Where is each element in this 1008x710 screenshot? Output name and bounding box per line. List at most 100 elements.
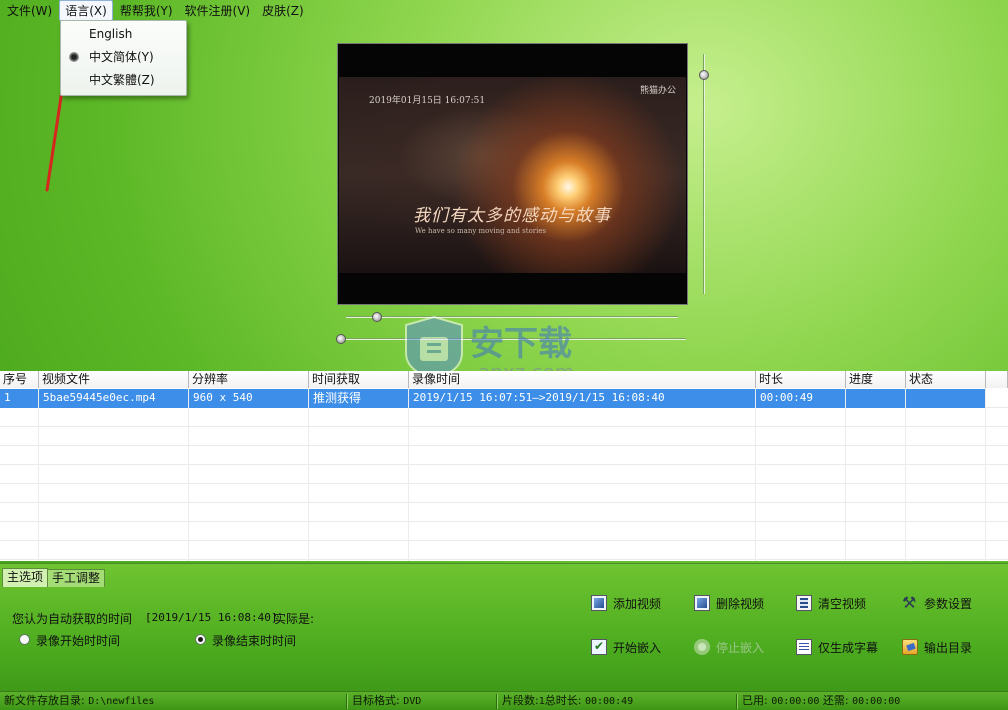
status-separator bbox=[736, 694, 737, 709]
start-embed-button[interactable]: 开始嵌入 bbox=[591, 637, 661, 657]
subtitle-only-button[interactable]: 仅生成字幕 bbox=[796, 637, 878, 657]
cell-index: 1 bbox=[0, 389, 39, 408]
video-title-text: 我们有太多的感动与故事 bbox=[413, 206, 611, 226]
clear-video-icon bbox=[796, 595, 812, 611]
add-video-label: 添加视频 bbox=[613, 596, 662, 611]
cell-progress bbox=[846, 389, 906, 408]
status-format: 目标格式: DVD bbox=[352, 692, 421, 710]
status-format-label: 目标格式: bbox=[352, 694, 400, 707]
status-remaining-label: 还需: bbox=[822, 694, 849, 707]
selected-radio-icon bbox=[69, 52, 79, 62]
delete-video-button[interactable]: 删除视频 bbox=[694, 593, 764, 613]
col-duration[interactable]: 时长 bbox=[756, 371, 846, 388]
col-file[interactable]: 视频文件 bbox=[39, 371, 189, 388]
language-dropdown: English 中文简体(Y) 中文繁體(Z) bbox=[60, 20, 187, 96]
col-record-time[interactable]: 录像时间 bbox=[409, 371, 756, 388]
table-row[interactable]: 1 5bae59445e0ec.mp4 960 x 540 推测获得 2019/… bbox=[0, 389, 1008, 408]
cell-file: 5bae59445e0ec.mp4 bbox=[39, 389, 189, 408]
tab-main[interactable]: 主选项 bbox=[2, 568, 49, 587]
status-segments-label: 片段数: bbox=[502, 694, 539, 707]
language-option-traditional[interactable]: 中文繁體(Z) bbox=[61, 69, 186, 91]
stop-embed-icon bbox=[694, 639, 710, 655]
auto-time-label: 您认为自动获取的时间 bbox=[12, 612, 133, 626]
col-time-source[interactable]: 时间获取 bbox=[309, 371, 409, 388]
range-slider-thumb[interactable] bbox=[336, 334, 346, 344]
menu-help[interactable]: 帮帮我(Y) bbox=[115, 1, 178, 20]
radio-start-time[interactable] bbox=[19, 634, 30, 645]
grid-line bbox=[188, 388, 189, 561]
radio-start-time-label[interactable]: 录像开始时时间 bbox=[36, 632, 120, 649]
col-filler bbox=[986, 371, 1008, 388]
delete-video-icon bbox=[694, 595, 710, 611]
start-embed-label: 开始嵌入 bbox=[613, 640, 662, 655]
video-preview: 2019年01月15日 16:07:51 熊猫办公 我们有太多的感动与故事 We… bbox=[337, 43, 688, 305]
col-resolution[interactable]: 分辨率 bbox=[189, 371, 309, 388]
site-logo-cn: 安下载 bbox=[470, 324, 572, 364]
menu-file[interactable]: 文件(W) bbox=[2, 1, 57, 20]
menu-bar: 文件(W) 语言(X) 帮帮我(Y) 软件注册(V) 皮肤(Z) bbox=[0, 0, 1008, 21]
status-time: 已用: 00:00:00 还需: 00:00:00 bbox=[742, 692, 900, 710]
stop-embed-label: 停止嵌入 bbox=[716, 640, 765, 655]
video-frame-image: 2019年01月15日 16:07:51 熊猫办公 我们有太多的感动与故事 We… bbox=[339, 77, 686, 273]
video-timestamp: 2019年01月15日 16:07:51 bbox=[369, 96, 486, 106]
table-empty-row bbox=[0, 446, 1008, 465]
col-status[interactable]: 状态 bbox=[906, 371, 986, 388]
clear-video-button[interactable]: 清空视频 bbox=[796, 593, 866, 613]
col-index[interactable]: 序号 bbox=[0, 371, 39, 388]
language-option-simplified-label: 中文简体(Y) bbox=[89, 50, 154, 64]
cell-time-source: 推测获得 bbox=[309, 389, 409, 408]
settings-label: 参数设置 bbox=[924, 596, 973, 611]
volume-slider-thumb[interactable] bbox=[699, 70, 709, 81]
menu-register[interactable]: 软件注册(V) bbox=[180, 1, 256, 20]
table-header: 序号 视频文件 分辨率 时间获取 录像时间 时长 进度 状态 bbox=[0, 371, 1008, 388]
start-embed-icon bbox=[591, 639, 607, 655]
actual-label: 实际是: bbox=[274, 612, 315, 626]
status-remaining-value: 00:00:00 bbox=[852, 696, 901, 707]
volume-slider-track[interactable] bbox=[703, 54, 705, 294]
table-empty-row bbox=[0, 465, 1008, 484]
radio-end-time[interactable] bbox=[195, 634, 206, 645]
settings-button[interactable]: 参数设置 bbox=[902, 593, 972, 613]
cell-resolution: 960 x 540 bbox=[189, 389, 309, 408]
grid-line bbox=[308, 388, 309, 561]
video-watermark: 熊猫办公 bbox=[639, 86, 676, 96]
menu-language[interactable]: 语言(X) bbox=[59, 0, 113, 21]
seek-slider-thumb[interactable] bbox=[372, 312, 383, 322]
col-progress[interactable]: 进度 bbox=[846, 371, 906, 388]
delete-video-label: 删除视频 bbox=[716, 596, 765, 611]
cell-record-time: 2019/1/15 16:07:51—>2019/1/15 16:08:40 bbox=[409, 389, 756, 408]
table-empty-row bbox=[0, 408, 1008, 427]
status-bar: 新文件存放目录: D:\newfiles 目标格式: DVD 片段数:1总时长:… bbox=[0, 691, 1008, 710]
grid-line bbox=[38, 388, 39, 561]
stop-embed-button[interactable]: 停止嵌入 bbox=[694, 637, 764, 657]
table-empty-row bbox=[0, 484, 1008, 503]
table-empty-row bbox=[0, 503, 1008, 522]
grid-line bbox=[755, 388, 756, 561]
menu-skin[interactable]: 皮肤(Z) bbox=[257, 1, 309, 20]
output-dir-button[interactable]: 输出目录 bbox=[902, 637, 972, 657]
cell-duration: 00:00:49 bbox=[756, 389, 846, 408]
tools-icon bbox=[902, 593, 918, 612]
status-used-label: 已用: bbox=[742, 694, 768, 707]
language-option-english-label: English bbox=[89, 27, 133, 41]
status-total-value: 00:00:49 bbox=[584, 696, 634, 707]
auto-time-value: [2019/1/15 16:08:40] bbox=[145, 611, 278, 624]
subtitle-icon bbox=[796, 639, 812, 655]
status-format-value: DVD bbox=[403, 696, 422, 707]
status-used-value: 00:00:00 bbox=[771, 696, 820, 707]
grid-line bbox=[408, 388, 409, 561]
status-save-dir-value: D:\newfiles bbox=[88, 696, 155, 707]
grid-line bbox=[845, 388, 846, 561]
radio-end-time-label[interactable]: 录像结束时时间 bbox=[212, 632, 296, 649]
language-option-simplified[interactable]: 中文简体(Y) bbox=[61, 46, 186, 68]
add-video-button[interactable]: 添加视频 bbox=[591, 593, 661, 613]
video-table[interactable]: 序号 视频文件 分辨率 时间获取 录像时间 时长 进度 状态 1 5bae594… bbox=[0, 371, 1008, 561]
table-empty-row bbox=[0, 427, 1008, 446]
grid-line bbox=[985, 388, 986, 561]
language-option-english[interactable]: English bbox=[61, 23, 186, 45]
grid-line bbox=[905, 388, 906, 561]
tab-manual[interactable]: 手工调整 bbox=[47, 569, 106, 587]
cell-status bbox=[906, 389, 986, 408]
table-empty-row bbox=[0, 541, 1008, 560]
language-option-traditional-label: 中文繁體(Z) bbox=[89, 73, 155, 87]
